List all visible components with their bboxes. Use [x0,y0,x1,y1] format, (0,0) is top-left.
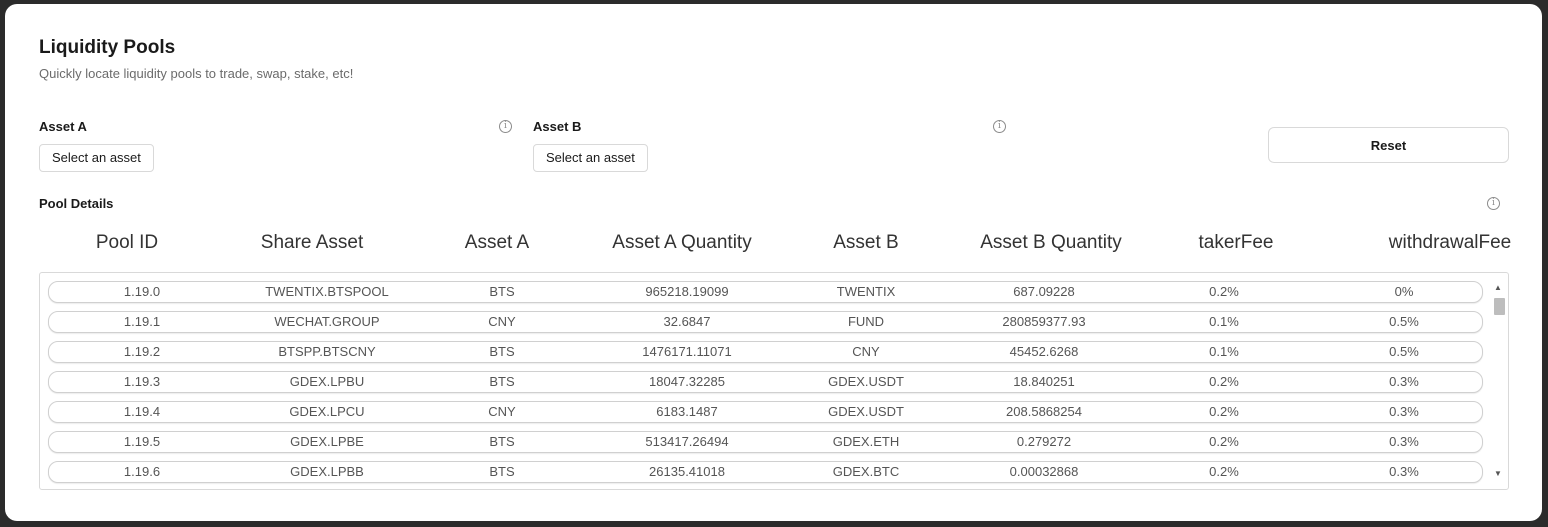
column-header-asset-a-quantity: Asset A Quantity [612,232,752,253]
cell-taker-fee: 0.1% [1209,314,1239,329]
liquidity-pools-card: Liquidity Pools Quickly locate liquidity… [5,4,1542,521]
pools-table-body: 1.19.0 TWENTIX.BTSPOOL BTS 965218.19099 TWEN… [48,281,1483,489]
cell-asset-a-quantity: 6183.1487 [656,404,718,419]
cell-asset-b-quantity: 18.840251 [1013,374,1075,389]
cell-taker-fee: 0.2% [1209,374,1239,389]
cell-asset-b: CNY [852,344,880,359]
cell-asset-b: FUND [847,314,885,329]
asset-a-info-icon[interactable]: i [499,120,512,133]
cell-asset-a: BTS [489,374,515,389]
cell-taker-fee: 0.2% [1209,434,1239,449]
asset-a-label: Asset A [39,119,87,134]
cell-withdrawal-fee: 0.3% [1389,374,1419,389]
column-header-share-asset: Share Asset [260,232,364,253]
cell-asset-b-quantity: 0.279272 [1016,434,1072,449]
column-header-asset-b-quantity: Asset B Quantity [980,232,1122,253]
cell-pool-id: 1.19.3 [123,374,161,389]
cell-asset-a: CNY [488,404,516,419]
cell-share-asset: GDEX.LPBE [290,434,364,449]
table-header: Pool ID Share Asset Asset A Asset A Quantit… [39,232,1512,258]
cell-asset-b: GDEX.ETH [832,434,900,449]
cell-pool-id: 1.19.0 [123,284,161,299]
cell-share-asset: TWENTIX.BTSPOOL [265,284,389,299]
asset-b-label: Asset B [533,119,582,134]
cell-taker-fee: 0.1% [1209,344,1239,359]
pools-table: 1.19.0 TWENTIX.BTSPOOL BTS 965218.19099 TWEN… [39,272,1509,490]
table-row[interactable]: 1.19.1 WECHAT.GROUP CNY 32.6847 FUND 28085937… [48,311,1483,333]
cell-share-asset: GDEX.LPBB [290,464,364,479]
scroll-up-icon[interactable]: ▲ [1494,283,1502,292]
asset-b-info-icon[interactable]: i [993,120,1006,133]
cell-pool-id: 1.19.2 [123,344,161,359]
cell-withdrawal-fee: 0% [1394,284,1414,299]
cell-withdrawal-fee: 0.3% [1389,434,1419,449]
column-header-asset-b: Asset B [833,232,899,253]
table-row[interactable]: 1.19.5 GDEX.LPBE BTS 513417.26494 GDEX.ETH 0.… [48,431,1483,453]
cell-share-asset: WECHAT.GROUP [274,314,380,329]
cell-share-asset: GDEX.LPBU [289,374,365,389]
cell-asset-b-quantity: 208.5868254 [1006,404,1082,419]
table-row[interactable]: 1.19.6 GDEX.LPBB BTS 26135.41018 GDEX.BTC 0.0… [48,461,1483,483]
table-row[interactable]: 1.19.4 GDEX.LPCU CNY 6183.1487 GDEX.USDT 208.… [48,401,1483,423]
pool-details-info-icon[interactable]: i [1487,197,1500,210]
scroll-down-icon[interactable]: ▼ [1494,469,1502,478]
cell-asset-a-quantity: 32.6847 [663,314,711,329]
cell-share-asset: BTSPP.BTSCNY [278,344,376,359]
asset-a-select-button[interactable]: Select an asset [39,144,154,172]
cell-asset-b-quantity: 687.09228 [1013,284,1075,299]
cell-asset-b: GDEX.BTC [832,464,900,479]
cell-asset-b: GDEX.USDT [828,404,904,419]
page-title: Liquidity Pools [39,37,176,58]
pool-details-label: Pool Details [39,196,114,211]
cell-withdrawal-fee: 0.3% [1389,464,1419,479]
table-row[interactable]: 1.19.0 TWENTIX.BTSPOOL BTS 965218.19099 TWEN… [48,281,1483,303]
cell-pool-id: 1.19.6 [123,464,161,479]
cell-asset-a-quantity: 1476171.11071 [642,344,732,359]
column-header-taker-fee: takerFee [1198,232,1274,253]
cell-withdrawal-fee: 0.5% [1389,344,1419,359]
column-header-withdrawal-fee: withdrawalFee [1388,232,1512,253]
cell-withdrawal-fee: 0.3% [1389,404,1419,419]
cell-asset-a: BTS [489,284,515,299]
cell-asset-a-quantity: 965218.19099 [645,284,729,299]
cell-pool-id: 1.19.5 [123,434,161,449]
page-subtitle: Quickly locate liquidity pools to trade,… [39,66,354,81]
cell-asset-a: BTS [489,434,515,449]
asset-b-select-button[interactable]: Select an asset [533,144,648,172]
cell-asset-b-quantity: 0.00032868 [1009,464,1079,479]
cell-share-asset: GDEX.LPCU [289,404,365,419]
cell-asset-b: TWENTIX [836,284,896,299]
cell-asset-b-quantity: 280859377.93 [1002,314,1086,329]
cell-asset-a-quantity: 26135.41018 [649,464,725,479]
cell-asset-a: BTS [489,464,515,479]
table-scrollbar[interactable]: ▲ ▼ [1491,281,1506,481]
cell-asset-b-quantity: 45452.6268 [1009,344,1079,359]
cell-asset-a: BTS [489,344,515,359]
cell-withdrawal-fee: 0.5% [1389,314,1419,329]
cell-asset-a-quantity: 18047.32285 [649,374,725,389]
cell-taker-fee: 0.2% [1209,284,1239,299]
table-row[interactable]: 1.19.2 BTSPP.BTSCNY BTS 1476171.11071 CNY 454… [48,341,1483,363]
scroll-thumb[interactable] [1494,298,1505,315]
cell-pool-id: 1.19.4 [123,404,161,419]
reset-button[interactable]: Reset [1268,127,1509,163]
cell-asset-a-quantity: 513417.26494 [645,434,729,449]
cell-pool-id: 1.19.1 [123,314,161,329]
cell-asset-a: CNY [488,314,516,329]
column-header-pool-id: Pool ID [95,232,159,253]
cell-taker-fee: 0.2% [1209,464,1239,479]
column-header-asset-a: Asset A [464,232,530,253]
cell-asset-b: GDEX.USDT [828,374,904,389]
table-row[interactable]: 1.19.3 GDEX.LPBU BTS 18047.32285 GDEX.USDT 18… [48,371,1483,393]
cell-taker-fee: 0.2% [1209,404,1239,419]
